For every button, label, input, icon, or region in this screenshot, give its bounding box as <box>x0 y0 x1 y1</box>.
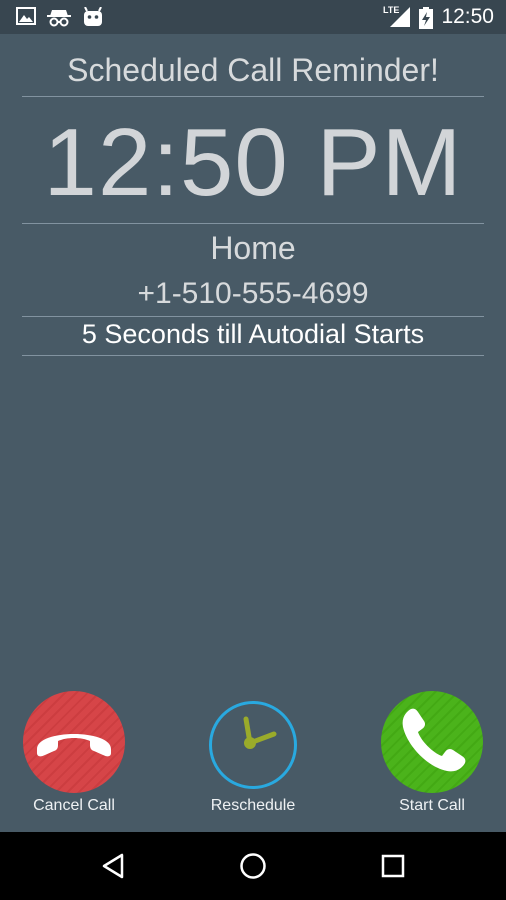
navigation-bar <box>0 832 506 900</box>
android-icon <box>84 7 102 26</box>
hang-up-icon <box>37 734 111 757</box>
cancel-call-button[interactable]: Cancel Call <box>0 691 149 815</box>
divider <box>22 223 484 224</box>
clock-icon <box>243 716 277 749</box>
autodial-countdown: 5 Seconds till Autodial Starts <box>81 319 425 349</box>
cancel-call-circle[interactable] <box>23 691 125 793</box>
divider <box>22 355 484 356</box>
reschedule-circle[interactable] <box>209 701 297 789</box>
reminder-time: 12:50 PM <box>43 109 463 216</box>
recents-icon[interactable] <box>380 846 406 886</box>
contact-name: Home <box>210 230 296 266</box>
image-icon <box>16 7 36 25</box>
start-call-button[interactable]: Start Call <box>357 691 506 815</box>
reminder-title: Scheduled Call Reminder! <box>67 52 439 88</box>
status-time: 12:50 <box>441 5 494 28</box>
battery-charging-icon <box>419 7 433 29</box>
start-call-label: Start Call <box>399 797 465 814</box>
lte-signal-icon <box>390 7 410 27</box>
cancel-call-label: Cancel Call <box>33 797 115 814</box>
start-call-circle[interactable] <box>381 691 483 793</box>
incognito-icon <box>47 10 71 27</box>
contact-number: +1-510-555-4699 <box>137 277 369 310</box>
status-bar: LTE 12:50 <box>0 0 506 34</box>
phone-icon <box>402 708 466 772</box>
home-icon[interactable] <box>238 846 268 886</box>
divider <box>22 96 484 97</box>
back-icon[interactable] <box>100 846 126 886</box>
divider <box>22 316 484 317</box>
reschedule-button[interactable]: Reschedule <box>178 691 328 815</box>
reschedule-label: Reschedule <box>210 797 296 814</box>
